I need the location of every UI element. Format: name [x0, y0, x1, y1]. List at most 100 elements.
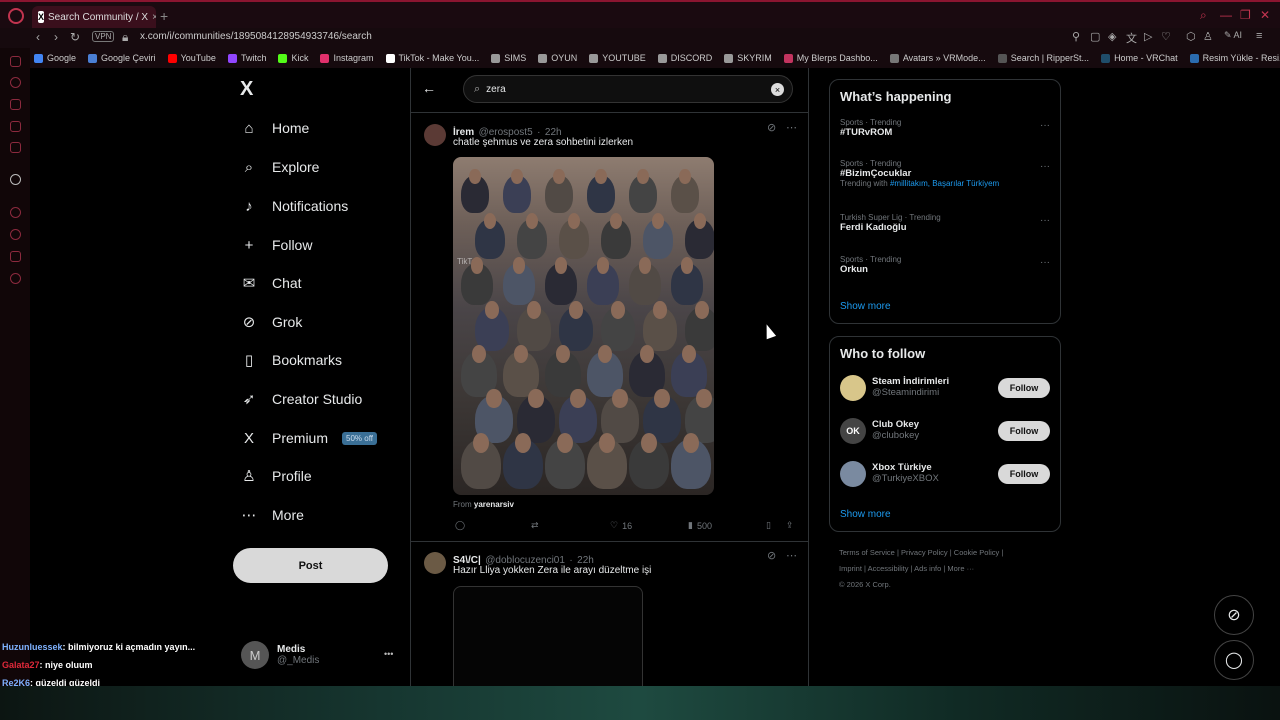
tweet-media[interactable]: [453, 586, 643, 696]
vpn-badge[interactable]: VPN: [92, 31, 115, 42]
sidebar-history-icon[interactable]: [10, 229, 21, 240]
back-arrow-icon[interactable]: ←: [422, 80, 436, 96]
nav-item-creator-studio[interactable]: ➶ Creator Studio: [240, 390, 363, 408]
sidebar-bag-icon[interactable]: [10, 99, 21, 110]
play-icon[interactable]: ▷: [1144, 30, 1152, 43]
avatar[interactable]: OK: [840, 418, 866, 444]
avatar[interactable]: [840, 461, 866, 487]
tweet-avatar[interactable]: [424, 552, 446, 574]
sidebar-extensions-icon[interactable]: [10, 251, 21, 262]
footer-link[interactable]: More ···: [947, 564, 974, 573]
bookmark-item[interactable]: Search | RipperSt...: [997, 53, 1089, 63]
suggestion-info[interactable]: Club Okey @clubokey: [872, 419, 919, 441]
bookmark-item[interactable]: Twitch: [227, 53, 266, 63]
trend-more-icon[interactable]: ···: [1040, 215, 1050, 226]
bookmark-item[interactable]: DISCORD: [657, 53, 712, 63]
reply-button[interactable]: ◯: [455, 520, 465, 531]
bookmark-item[interactable]: TikTok - Make You...: [385, 53, 479, 63]
trend-item[interactable]: Turkish Super Lig · Trending Ferdi Kadıoğ…: [840, 213, 1050, 233]
close-window-icon[interactable]: ✕: [1260, 8, 1270, 22]
search-input[interactable]: ⌕ zera ×: [463, 75, 793, 103]
back-icon[interactable]: ‹: [36, 30, 40, 44]
forward-icon[interactable]: ›: [54, 30, 58, 44]
nav-item-premium[interactable]: X Premium 50% off: [240, 429, 377, 447]
account-switcher[interactable]: M Medis @_Medis: [241, 641, 319, 669]
bookmark-item[interactable]: Google: [34, 53, 76, 63]
nav-item-explore[interactable]: ⌕ Explore: [240, 158, 320, 176]
nav-item-grok[interactable]: ⊘ Grok: [240, 313, 303, 331]
extensions-icon[interactable]: ⬡: [1186, 30, 1196, 43]
menu-icon[interactable]: ≡: [1256, 30, 1262, 42]
bookmark-item[interactable]: Instagram: [320, 53, 374, 63]
media-source-link[interactable]: yarenarsiv: [474, 500, 514, 509]
trend-context-link[interactable]: #millitakım, Başarılar Türkiyem: [890, 179, 999, 188]
bookmark-item[interactable]: Google Çeviri: [88, 53, 156, 63]
sidebar-settings-icon[interactable]: [10, 273, 21, 284]
trend-item[interactable]: Sports · Trending #BizimÇocuklar Trending …: [840, 159, 1050, 188]
nav-item-notifications[interactable]: ♪ Notifications: [240, 197, 348, 215]
post-button[interactable]: Post: [233, 548, 388, 583]
snapshot-icon[interactable]: ▢: [1090, 30, 1100, 43]
nav-item-bookmarks[interactable]: ▯ Bookmarks: [240, 351, 342, 369]
tweet-video[interactable]: TikTok: [453, 157, 714, 495]
sidebar-mail-icon[interactable]: [10, 56, 21, 67]
bookmark-item[interactable]: SIMS: [491, 53, 526, 63]
x-logo[interactable]: X: [240, 78, 253, 101]
url-field[interactable]: x.com/i/communities/1895084128954933746/…: [140, 31, 372, 42]
share-button[interactable]: ⇪: [786, 520, 794, 531]
show-more-link[interactable]: Show more: [840, 301, 891, 312]
footer-link[interactable]: Privacy Policy: [901, 548, 948, 557]
bookmark-item[interactable]: SKYRIM: [724, 53, 772, 63]
pin-icon[interactable]: ⚲: [1072, 30, 1080, 43]
reload-icon[interactable]: ↻: [70, 30, 80, 44]
footer-link[interactable]: Imprint: [839, 564, 862, 573]
nav-item-profile[interactable]: ♙ Profile: [240, 467, 311, 485]
follow-button[interactable]: Follow: [998, 421, 1050, 441]
bookmark-item[interactable]: Home - VRChat: [1101, 53, 1178, 63]
profile-icon[interactable]: ♙: [1203, 30, 1213, 43]
nav-item-more[interactable]: ⋯ More: [240, 506, 304, 524]
bookmark-item[interactable]: YOUTUBE: [589, 53, 646, 63]
follow-button[interactable]: Follow: [998, 464, 1050, 484]
footer-link[interactable]: Cookie Policy: [954, 548, 999, 557]
sidebar-refresh-icon[interactable]: [10, 77, 21, 88]
footer-link[interactable]: Accessibility: [868, 564, 909, 573]
nav-item-follow[interactable]: + Follow: [240, 236, 313, 254]
bookmark-item[interactable]: Resim Yükle - Resi...: [1189, 53, 1280, 63]
show-more-link[interactable]: Show more: [840, 509, 891, 520]
footer-link[interactable]: Ads info: [914, 564, 941, 573]
trend-item[interactable]: Sports · Trending #TURvROM: [840, 118, 1050, 138]
sidebar-m-icon[interactable]: [10, 142, 21, 153]
grok-icon[interactable]: ⊘: [767, 549, 776, 562]
tweet-more-icon[interactable]: ⋯: [786, 549, 797, 562]
sidebar-chatgpt-icon[interactable]: [10, 174, 21, 185]
follow-button[interactable]: Follow: [998, 378, 1050, 398]
tab-close-icon[interactable]: ×: [152, 12, 156, 23]
translate-icon[interactable]: 文: [1126, 30, 1137, 46]
grok-icon[interactable]: ⊘: [767, 121, 776, 134]
views-button[interactable]: ▮ 500: [688, 520, 712, 531]
bookmark-button[interactable]: ▯: [766, 520, 771, 531]
sidebar-player-icon[interactable]: [10, 207, 21, 218]
new-tab-button[interactable]: +: [160, 8, 168, 24]
clear-search-icon[interactable]: ×: [771, 83, 784, 96]
bookmark-item[interactable]: OYUN: [538, 53, 577, 63]
browser-tab-active[interactable]: X Search Community / X ×: [32, 6, 156, 28]
suggestion-info[interactable]: Steam İndirimleri @Steamindirimi: [872, 376, 949, 398]
trend-more-icon[interactable]: ···: [1040, 161, 1050, 172]
bookmark-item[interactable]: YouTube: [167, 53, 216, 63]
nav-item-chat[interactable]: ✉ Chat: [240, 274, 302, 292]
minimize-icon[interactable]: —: [1220, 8, 1232, 22]
sidebar-wallet-icon[interactable]: [10, 121, 21, 132]
like-button[interactable]: ♡ 16: [610, 520, 632, 531]
suggestion-info[interactable]: Xbox Türkiye @TurkiyeXBOX: [872, 462, 939, 484]
heart-icon[interactable]: ♡: [1161, 30, 1171, 43]
avatar[interactable]: [840, 375, 866, 401]
messages-fab[interactable]: ◯: [1214, 640, 1254, 680]
bookmark-item[interactable]: My Blerps Dashbo...: [783, 53, 878, 63]
trend-more-icon[interactable]: ···: [1040, 120, 1050, 131]
grok-fab[interactable]: ⊘: [1214, 595, 1254, 635]
bookmark-item[interactable]: Kick: [278, 53, 308, 63]
footer-link[interactable]: Terms of Service: [839, 548, 895, 557]
repost-button[interactable]: ⇄: [531, 520, 539, 531]
